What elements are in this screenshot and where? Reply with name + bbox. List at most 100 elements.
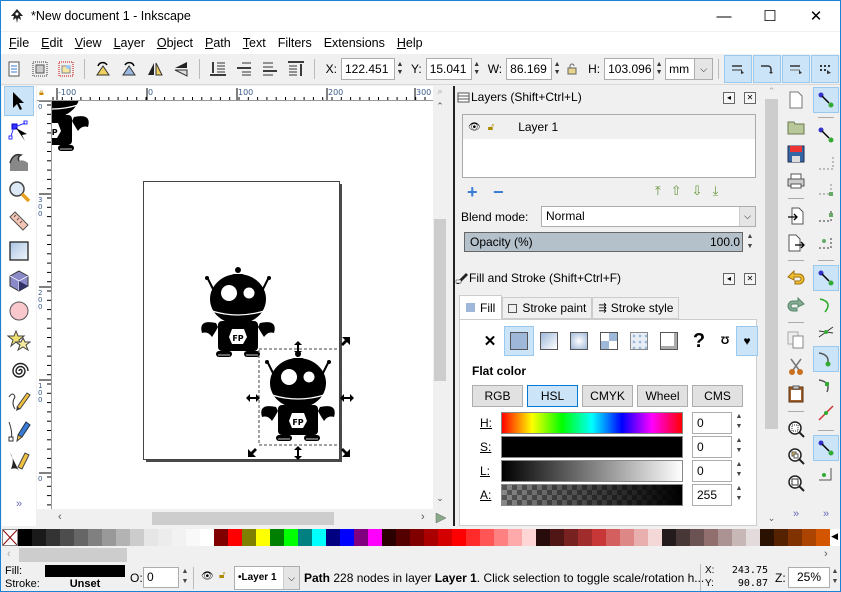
print-button[interactable] bbox=[783, 168, 809, 194]
palette-swatch[interactable] bbox=[382, 529, 396, 546]
flip-horizontal-button[interactable] bbox=[144, 58, 166, 80]
h-stepper[interactable]: ▲ ▼ bbox=[654, 58, 664, 80]
palette-swatch[interactable] bbox=[522, 529, 536, 546]
close-button[interactable]: ✕ bbox=[793, 1, 839, 31]
palette-swatch[interactable] bbox=[256, 529, 270, 546]
snap-bbox-edge-button[interactable] bbox=[813, 149, 839, 175]
fill-stroke-iconify-button[interactable]: ◂ bbox=[723, 273, 735, 285]
layer-visibility-icon[interactable]: 👁︎ bbox=[201, 571, 214, 582]
open-button[interactable] bbox=[783, 114, 809, 140]
palette-swatch[interactable] bbox=[228, 529, 242, 546]
transform-gradient-button[interactable] bbox=[782, 55, 811, 83]
palette-swatch[interactable] bbox=[746, 529, 760, 546]
calligraphy-tool[interactable] bbox=[4, 446, 34, 476]
palette-swatch[interactable] bbox=[564, 529, 578, 546]
channel-slider-h[interactable] bbox=[501, 412, 683, 434]
menu-object[interactable]: Object bbox=[151, 36, 199, 50]
more-tools-chevron-icon[interactable]: » bbox=[2, 498, 36, 510]
h-input[interactable]: 103.096 bbox=[604, 58, 655, 80]
snap-nodes-button[interactable] bbox=[813, 265, 839, 291]
more-snap-chevron-icon[interactable]: » bbox=[811, 508, 840, 520]
fill-rule-evenodd-button[interactable]: Ʊ bbox=[714, 326, 736, 356]
palette-swatch[interactable] bbox=[424, 529, 438, 546]
palette-swatch[interactable] bbox=[620, 529, 634, 546]
tab-stroke-paint[interactable]: Stroke paint bbox=[502, 297, 593, 319]
flip-vertical-button[interactable] bbox=[170, 58, 192, 80]
node-tool[interactable] bbox=[4, 116, 34, 146]
canvas-vertical-scrollbar[interactable]: ⌃ ⌄ bbox=[433, 101, 447, 509]
lower-to-bottom-button[interactable] bbox=[207, 58, 229, 80]
scroll-left-icon[interactable]: ‹ bbox=[58, 511, 62, 523]
transform-pattern-button[interactable] bbox=[811, 55, 839, 83]
palette-swatch[interactable] bbox=[172, 529, 186, 546]
palette-swatch[interactable] bbox=[144, 529, 158, 546]
opacity-stepper[interactable]: ▲ ▼ bbox=[180, 567, 190, 589]
layer-row[interactable]: 👁︎ 🔓︎ Layer 1 bbox=[463, 115, 755, 139]
color-mode-cms[interactable]: CMS bbox=[692, 385, 743, 407]
maximize-button[interactable]: ☐ bbox=[747, 1, 793, 31]
rectangle-tool[interactable] bbox=[4, 236, 34, 266]
zoom-drawing-button[interactable] bbox=[783, 443, 809, 469]
channel-stepper[interactable]: ▲ ▼ bbox=[734, 484, 744, 506]
y-spinbox[interactable]: 15.041 ▲ ▼ bbox=[425, 58, 482, 80]
menu-extensions[interactable]: Extensions bbox=[318, 36, 391, 50]
spiral-tool[interactable] bbox=[4, 356, 34, 386]
y-input[interactable]: 15.041 bbox=[425, 58, 472, 80]
palette-swatch[interactable] bbox=[74, 529, 88, 546]
lower-layer-to-bottom-icon[interactable]: ⤓ bbox=[713, 183, 719, 199]
canvas-horizontal-scrollbar[interactable]: ‹ › bbox=[52, 511, 433, 526]
fill-rule-nonzero-button[interactable]: ♥ bbox=[736, 326, 758, 356]
scroll-down-icon[interactable]: ⌄ bbox=[763, 513, 780, 524]
radial-gradient-button[interactable] bbox=[564, 326, 594, 356]
lock-guides-icon[interactable]: 🔒︎ bbox=[39, 87, 44, 98]
color-mode-hsl[interactable]: HSL bbox=[527, 385, 578, 407]
palette-swatch[interactable] bbox=[214, 529, 228, 546]
menu-layer[interactable]: Layer bbox=[108, 36, 151, 50]
palette-swatch[interactable] bbox=[368, 529, 382, 546]
palette-swatch[interactable] bbox=[396, 529, 410, 546]
unset-paint-button[interactable]: ? bbox=[684, 326, 714, 356]
linear-gradient-button[interactable] bbox=[534, 326, 564, 356]
robot-drawing-selected[interactable] bbox=[260, 350, 336, 442]
palette-swatch[interactable] bbox=[578, 529, 592, 546]
palette-swatch[interactable] bbox=[18, 529, 32, 546]
dock-scrollbar[interactable]: ⌃ ⌄ bbox=[763, 86, 780, 526]
palette-menu-icon[interactable]: ◀ bbox=[831, 531, 838, 542]
robot-drawing[interactable]: FP bbox=[52, 101, 89, 151]
transform-stroke-button[interactable] bbox=[724, 55, 753, 83]
channel-slider-l[interactable] bbox=[501, 460, 683, 482]
w-spinbox[interactable]: 86.169 ▲ ▼ bbox=[506, 58, 562, 80]
snap-bbox-corner-button[interactable] bbox=[813, 176, 839, 202]
redo-button[interactable] bbox=[783, 292, 809, 318]
palette-swatch[interactable] bbox=[662, 529, 676, 546]
copy-button[interactable] bbox=[783, 327, 809, 353]
opacity-stepper[interactable]: ▲ ▼ bbox=[745, 232, 755, 254]
palette-swatch[interactable] bbox=[648, 529, 662, 546]
channel-value-s[interactable]: 0 bbox=[692, 436, 732, 458]
snap-line-midpoints-button[interactable] bbox=[813, 400, 839, 426]
zoom-corner-icon[interactable]: ⌕ bbox=[433, 86, 447, 101]
palette-swatch[interactable] bbox=[494, 529, 508, 546]
layer-lock-icon[interactable]: 🔓︎ bbox=[219, 570, 225, 581]
color-management-toggle[interactable] bbox=[435, 512, 447, 524]
menu-filters[interactable]: Filters bbox=[272, 36, 318, 50]
snap-others-button[interactable] bbox=[813, 435, 839, 461]
scroll-down-icon[interactable]: ⌄ bbox=[433, 493, 447, 507]
channel-stepper[interactable]: ▲ ▼ bbox=[734, 460, 744, 482]
3d-box-tool[interactable] bbox=[4, 266, 34, 296]
palette-swatch[interactable] bbox=[690, 529, 704, 546]
rotate-ccw-button[interactable] bbox=[92, 58, 114, 80]
x-stepper[interactable]: ▲ ▼ bbox=[395, 58, 405, 80]
palette-swatch[interactable] bbox=[242, 529, 256, 546]
palette-swatch[interactable] bbox=[340, 529, 354, 546]
palette-swatch[interactable] bbox=[718, 529, 732, 546]
palette-swatch[interactable] bbox=[102, 529, 116, 546]
y-stepper[interactable]: ▲ ▼ bbox=[472, 58, 482, 80]
palette-swatch[interactable] bbox=[326, 529, 340, 546]
palette-swatch[interactable] bbox=[298, 529, 312, 546]
palette-swatch[interactable] bbox=[480, 529, 494, 546]
raise-layer-to-top-icon[interactable]: ⤒ bbox=[655, 183, 661, 199]
raise-to-top-button[interactable] bbox=[285, 58, 307, 80]
palette-swatch[interactable] bbox=[592, 529, 606, 546]
rotate-cw-button[interactable] bbox=[118, 58, 140, 80]
